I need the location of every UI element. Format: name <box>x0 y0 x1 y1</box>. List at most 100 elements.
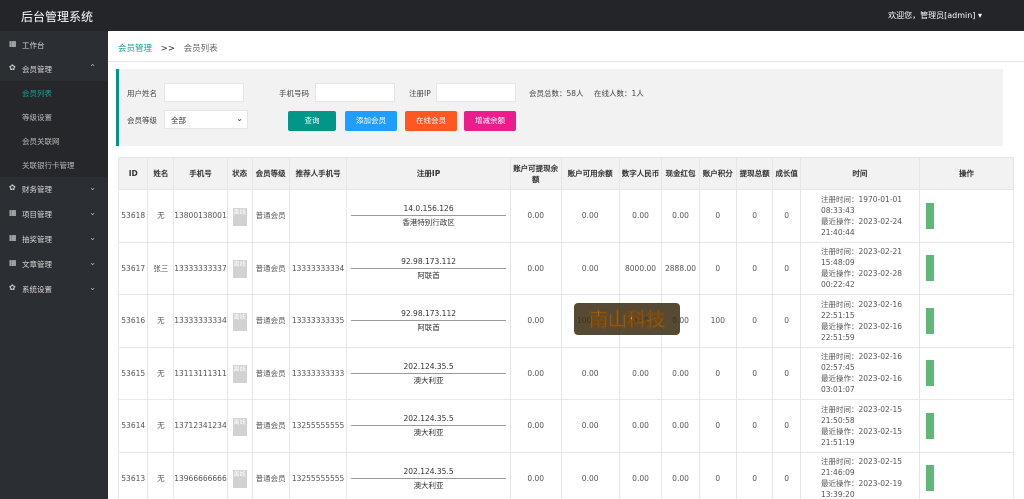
last-op-label: 最近操作： <box>820 426 859 436</box>
edit-button[interactable] <box>925 360 934 387</box>
table-row: 53618 无 13800138001 离线 普通会员 14.0.156.126 香港特别行… <box>118 189 1014 243</box>
query-button[interactable]: 查询 <box>288 111 336 131</box>
online-count-text: 在线人数：1人 <box>594 89 644 98</box>
sidebar-subitem-member-list[interactable]: 会员列表 <box>0 81 108 105</box>
cell-ecny: 0.00 <box>618 451 663 499</box>
status-badge: 离线 <box>232 470 247 489</box>
divider <box>108 61 1024 62</box>
cell-reg-ip: 202.124.35.5 澳大利亚 <box>346 346 511 400</box>
col-header-referrer: 推荐人手机号 <box>288 157 348 190</box>
username-label: 用户姓名 <box>127 89 157 98</box>
sidebar-item-system-settings[interactable]: ✿ 系统设置 ⌄ <box>0 277 108 301</box>
edit-button[interactable] <box>925 412 934 439</box>
sidebar-subitem-member-network[interactable]: 会员关联网 <box>0 129 108 153</box>
cell-ecny: 8000.00 <box>618 241 663 295</box>
cell-level: 普通会员 <box>251 189 290 243</box>
cell-id: 53614 <box>118 399 149 453</box>
add-member-button[interactable]: 添加会员 <box>345 111 397 131</box>
sidebar-subitem-bank-cards[interactable]: 关联银行卡管理 <box>0 153 108 177</box>
cell-level: 普通会员 <box>251 294 290 348</box>
status-badge: 离线 <box>232 207 247 226</box>
cell-withdrawable: 0.00 <box>509 346 562 400</box>
ip-location: 阿联酋 <box>417 323 440 333</box>
cell-name: 无 <box>147 189 175 243</box>
reg-ip-input[interactable] <box>436 83 516 102</box>
sidebar-item-projects[interactable]: ▦ 项目管理 ⌄ <box>0 202 108 226</box>
phone-input[interactable] <box>315 83 395 102</box>
grid-icon: ▦ <box>9 258 17 267</box>
cell-id: 53618 <box>118 189 149 243</box>
main-content: 会员管理 >> 会员列表 用户姓名 手机号码 注册IP 会员总数：58人 在线人… <box>108 31 1024 499</box>
cell-available: 0.00 <box>560 451 620 499</box>
table-header-row: ID 姓名 手机号 状态 会员等级 推荐人手机号 注册IP 账户可提现余额 账户… <box>118 157 1014 190</box>
ip-location: 澳大利亚 <box>413 375 444 385</box>
cell-referrer: 13255555555 <box>288 399 348 453</box>
phone-label: 手机号码 <box>279 89 309 98</box>
col-header-level: 会员等级 <box>251 157 290 190</box>
cell-status: 离线 <box>226 189 253 243</box>
edit-button[interactable] <box>925 307 934 334</box>
last-op-label: 最近操作： <box>820 374 859 384</box>
gear-icon: ✿ <box>9 183 16 192</box>
member-level-select[interactable]: 全部 ⌄ <box>164 110 248 129</box>
col-header-available: 账户可用余额 <box>560 157 620 190</box>
cell-level: 普通会员 <box>251 399 290 453</box>
online-members-button[interactable]: 在线会员 <box>405 111 457 131</box>
edit-button[interactable] <box>925 202 934 229</box>
cell-available: 0.00 <box>560 399 620 453</box>
cell-ecny: 0.00 <box>618 189 663 243</box>
cell-name: 张三 <box>147 241 175 295</box>
gear-icon: ✿ <box>9 283 16 292</box>
cell-phone: 13113111311 <box>173 346 228 400</box>
col-header-red-packet: 现金红包 <box>661 157 700 190</box>
user-menu[interactable]: 欢迎您，管理员[admin] ▾ <box>888 10 982 21</box>
sidebar-item-label: 会员管理 <box>22 65 52 74</box>
cell-phone: 13966666666 <box>173 451 228 499</box>
edit-button[interactable] <box>925 465 934 492</box>
username-input[interactable] <box>164 83 244 102</box>
cell-referrer: 13333333333 <box>288 346 348 400</box>
sidebar-item-label: 抽奖管理 <box>22 235 52 244</box>
status-badge: 离线 <box>232 312 247 331</box>
member-table: ID 姓名 手机号 状态 会员等级 推荐人手机号 注册IP 账户可提现余额 账户… <box>118 157 1014 499</box>
chevron-down-icon: ⌄ <box>89 183 96 192</box>
reg-time-label: 注册时间： <box>820 299 859 309</box>
cell-time: 注册时间：2023-02-15 21:46:09 最近操作：2023-02-19 … <box>799 451 920 499</box>
cell-actions <box>918 241 1014 295</box>
sidebar-item-dashboard[interactable]: ▦ 工作台 <box>0 33 108 57</box>
cell-level: 普通会员 <box>251 346 290 400</box>
chevron-down-icon: ⌄ <box>89 283 96 292</box>
col-header-time: 时间 <box>799 157 920 190</box>
chevron-down-icon: ⌄ <box>89 233 96 242</box>
cell-referrer: 13255555555 <box>288 451 348 499</box>
breadcrumb: 会员管理 >> 会员列表 <box>118 42 218 54</box>
sidebar-item-lottery[interactable]: ▦ 抽奖管理 ⌄ <box>0 227 108 251</box>
edit-button[interactable] <box>925 255 934 282</box>
cell-actions <box>918 451 1014 499</box>
cell-name: 无 <box>147 294 175 348</box>
status-badge: 离线 <box>232 260 247 279</box>
chevron-down-icon: ⌄ <box>89 208 96 217</box>
top-bar: 后台管理系统 欢迎您，管理员[admin] ▾ <box>0 0 1024 31</box>
cell-growth: 0 <box>772 294 801 348</box>
member-table-container[interactable]: ID 姓名 手机号 状态 会员等级 推荐人手机号 注册IP 账户可提现余额 账户… <box>118 157 1014 499</box>
cell-red-packet: 0.00 <box>661 399 700 453</box>
reg-time-label: 注册时间： <box>820 352 859 362</box>
breadcrumb-parent-link[interactable]: 会员管理 <box>118 44 152 54</box>
sidebar-item-label: 工作台 <box>22 41 45 50</box>
app-title: 后台管理系统 <box>21 10 94 24</box>
sidebar-subitem-level-settings[interactable]: 等级设置 <box>0 105 108 129</box>
member-level-label: 会员等级 <box>127 116 157 125</box>
user-greeting: 欢迎您，管理员[admin] <box>888 11 976 20</box>
cell-time: 注册时间：2023-02-16 02:57:45 最近操作：2023-02-16 … <box>799 346 920 400</box>
sidebar-item-label: 文章管理 <box>22 260 52 269</box>
adjust-balance-button[interactable]: 增减余额 <box>464 111 516 131</box>
cell-points: 0 <box>698 399 737 453</box>
sidebar-item-members[interactable]: ✿ 会员管理 ⌃ <box>0 57 108 81</box>
sidebar-item-articles[interactable]: ▦ 文章管理 ⌄ <box>0 252 108 276</box>
cell-actions <box>918 346 1014 400</box>
sidebar-item-label: 系统设置 <box>22 285 52 294</box>
sidebar-item-finance[interactable]: ✿ 财务管理 ⌄ <box>0 177 108 201</box>
cell-ecny: 0.00 <box>618 399 663 453</box>
col-header-id: ID <box>118 157 149 190</box>
